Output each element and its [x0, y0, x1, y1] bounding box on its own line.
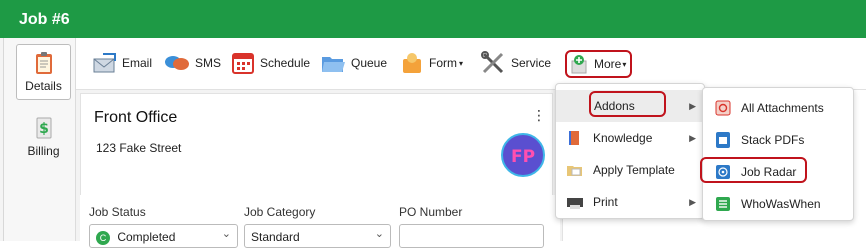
more-label: More	[594, 57, 622, 71]
chevron-right-icon: ▶	[689, 132, 696, 143]
chat-bubble-icon	[165, 56, 189, 70]
job-fields: Job Status C Completed ⌄ Job Category St…	[80, 195, 560, 248]
job-category-label: Job Category	[244, 205, 316, 219]
clipboard-icon	[35, 52, 52, 74]
menu-item-label: Print	[593, 195, 618, 209]
job-category-select[interactable]: Standard ⌄	[244, 224, 391, 248]
form-icon	[403, 53, 421, 73]
template-icon	[567, 166, 582, 176]
job-status-label: Job Status	[89, 205, 146, 219]
form-label: Form	[429, 56, 457, 70]
folder-icon	[322, 57, 345, 72]
window-title-bar: Job #6	[0, 0, 866, 38]
job-status-value: Completed	[117, 230, 176, 244]
queue-button[interactable]: Queue	[320, 50, 387, 76]
timeline-icon	[716, 197, 730, 211]
status-completed-icon: C	[96, 230, 110, 245]
stack-pdf-icon	[716, 132, 730, 148]
form-button[interactable]: Form ▾	[400, 50, 463, 76]
caret-down-icon: ▾	[622, 59, 627, 69]
chevron-right-icon: ▶	[689, 100, 696, 111]
printer-icon	[567, 198, 583, 209]
toolbar: Email SMS Schedule Queue Form ▾ Service …	[76, 38, 866, 90]
po-number-input[interactable]	[399, 224, 544, 248]
job-radar-highlight-outline	[700, 157, 807, 183]
menu-item-stack-pdfs[interactable]: Stack PDFs	[703, 124, 853, 156]
window-title: Job #6	[19, 11, 70, 28]
chevron-down-icon: ⌄	[374, 228, 384, 240]
queue-label: Queue	[351, 56, 388, 70]
menu-item-print[interactable]: Print ▶	[556, 186, 704, 218]
sidebar-item-billing[interactable]: $ Billing	[16, 110, 71, 166]
sidebar-item-label: Details	[25, 79, 62, 93]
add-circle-icon	[571, 55, 587, 74]
chevron-down-icon: ⌄	[221, 228, 231, 240]
menu-item-label: Stack PDFs	[741, 133, 805, 147]
service-button[interactable]: Service	[480, 50, 551, 76]
menu-item-whowaswhen[interactable]: WhoWasWhen	[703, 188, 853, 220]
menu-item-knowledge[interactable]: Knowledge ▶	[556, 122, 704, 154]
chevron-right-icon: ▶	[689, 196, 696, 207]
more-button[interactable]: More ▾	[565, 50, 633, 78]
svg-text:$: $	[39, 121, 49, 137]
kebab-menu-icon[interactable]: ⋮	[532, 108, 546, 122]
logo-text: FP	[511, 147, 535, 167]
job-status-select[interactable]: C Completed ⌄	[89, 224, 238, 248]
po-number-label: PO Number	[399, 205, 463, 219]
customer-name: Front Office	[94, 109, 178, 126]
sidebar: Details $ Billing	[4, 38, 76, 241]
email-button[interactable]: Email	[93, 50, 152, 76]
schedule-label: Schedule	[260, 56, 311, 70]
tools-icon	[481, 51, 504, 74]
company-logo: FP	[501, 133, 545, 177]
service-label: Service	[511, 56, 552, 70]
sidebar-item-label: Billing	[27, 144, 60, 158]
sms-button[interactable]: SMS	[164, 50, 221, 76]
addons-menu: All Attachments Stack PDFs Job Radar Who…	[702, 87, 854, 221]
dollar-document-icon: $	[36, 117, 51, 139]
schedule-button[interactable]: Schedule	[231, 50, 310, 76]
menu-item-apply-template[interactable]: Apply Template	[556, 154, 704, 186]
sidebar-item-details[interactable]: Details	[16, 44, 71, 100]
book-icon	[569, 131, 579, 145]
menu-item-label: Apply Template	[593, 163, 675, 177]
sms-label: SMS	[195, 56, 222, 70]
email-label: Email	[122, 56, 153, 70]
menu-item-label: All Attachments	[741, 101, 824, 115]
menu-item-label: Knowledge	[593, 131, 653, 145]
addons-highlight-outline	[589, 91, 666, 117]
menu-item-label: WhoWasWhen	[741, 197, 821, 211]
attachments-icon	[715, 100, 731, 116]
customer-address: 123 Fake Street	[96, 141, 182, 155]
calendar-icon	[232, 53, 254, 74]
caret-down-icon: ▾	[459, 58, 464, 68]
email-icon	[93, 53, 116, 73]
job-category-value: Standard	[251, 230, 300, 244]
menu-item-all-attachments[interactable]: All Attachments	[703, 92, 853, 124]
